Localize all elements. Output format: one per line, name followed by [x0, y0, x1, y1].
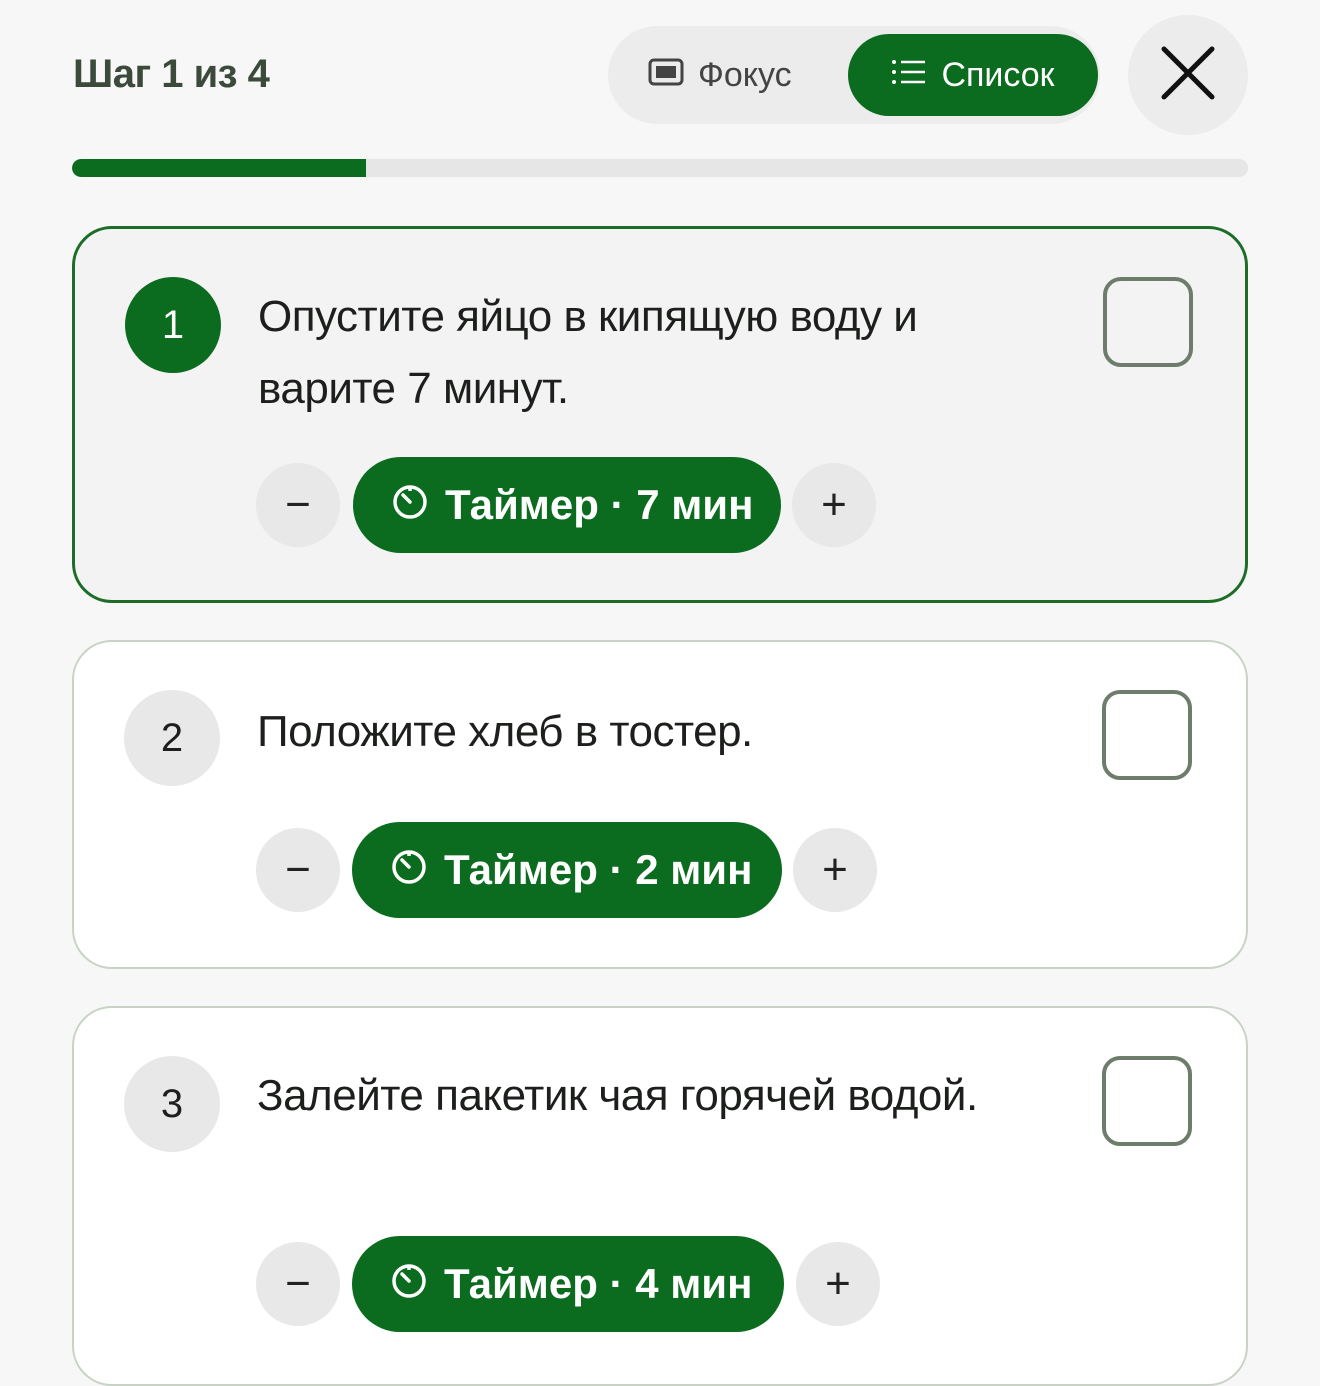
timer-label: Таймер · 7 мин	[445, 481, 754, 528]
minus-icon: −	[285, 480, 311, 529]
minus-icon: −	[285, 845, 311, 894]
step-number-badge: 1	[125, 277, 221, 373]
minus-icon: −	[285, 1259, 311, 1308]
timer-label: Таймер · 2 мин	[444, 846, 753, 893]
timer-icon	[390, 848, 428, 896]
plus-icon: +	[825, 1259, 851, 1308]
progress-bar	[72, 159, 1248, 177]
close-icon	[1160, 45, 1216, 106]
timer-button[interactable]: Таймер · 7 мин	[353, 457, 781, 553]
step-number-badge: 3	[124, 1056, 220, 1152]
plus-icon: +	[821, 480, 847, 529]
step-checkbox[interactable]	[1103, 277, 1193, 367]
monitor-icon	[648, 56, 684, 95]
step-text: Положите хлеб в тостер.	[257, 707, 753, 756]
step-counter: Шаг 1 из 4	[73, 52, 270, 96]
view-mode-toggle: Фокус Список	[608, 26, 1100, 124]
list-mode-label: Список	[941, 55, 1055, 94]
step-checkbox[interactable]	[1102, 1056, 1192, 1146]
increase-timer-button[interactable]: +	[796, 1242, 880, 1326]
focus-mode-button[interactable]: Фокус	[648, 34, 792, 116]
increase-timer-button[interactable]: +	[792, 463, 876, 547]
list-icon	[891, 56, 927, 95]
increase-timer-button[interactable]: +	[793, 828, 877, 912]
timer-icon	[391, 483, 429, 531]
timer-button[interactable]: Таймер · 4 мин	[352, 1236, 784, 1332]
timer-label: Таймер · 4 мин	[444, 1260, 753, 1307]
decrease-timer-button[interactable]: −	[256, 1242, 340, 1326]
step-text: Опустите яйцо в кипящую воду и варите 7 …	[258, 292, 918, 413]
step-card: 1 Опустите яйцо в кипящую воду и варите …	[72, 226, 1248, 603]
timer-icon	[390, 1262, 428, 1310]
step-card: 2 Положите хлеб в тостер. − Таймер · 2 м…	[72, 640, 1248, 969]
timer-button[interactable]: Таймер · 2 мин	[352, 822, 782, 918]
list-mode-button[interactable]: Список	[848, 34, 1098, 116]
decrease-timer-button[interactable]: −	[256, 463, 340, 547]
step-card: 3 Залейте пакетик чая горячей водой. − Т…	[72, 1006, 1248, 1386]
step-checkbox[interactable]	[1102, 690, 1192, 780]
step-number-badge: 2	[124, 690, 220, 786]
progress-fill	[72, 159, 366, 177]
close-button[interactable]	[1128, 15, 1248, 135]
step-text: Залейте пакетик чая горячей водой.	[257, 1071, 978, 1120]
decrease-timer-button[interactable]: −	[256, 828, 340, 912]
plus-icon: +	[822, 845, 848, 894]
focus-mode-label: Фокус	[698, 55, 792, 94]
